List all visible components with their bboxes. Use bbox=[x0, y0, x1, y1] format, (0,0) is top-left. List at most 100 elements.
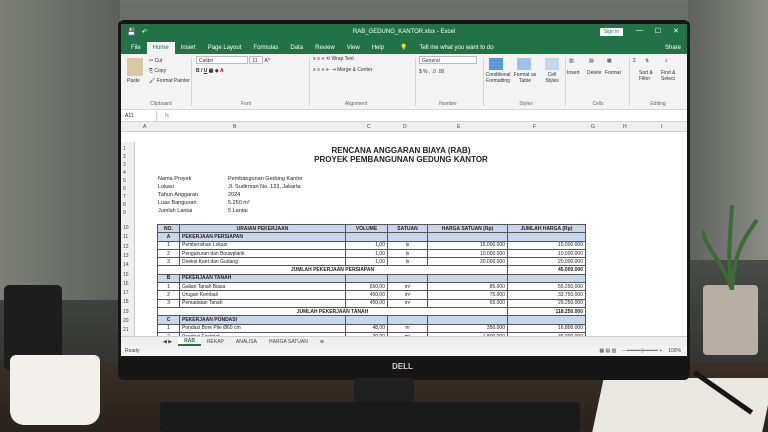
cell-satuan[interactable]: m³ bbox=[387, 282, 428, 292]
cell-volume[interactable]: 450,00 bbox=[345, 290, 388, 300]
cell-volume[interactable] bbox=[345, 232, 388, 242]
row-header[interactable]: 3 bbox=[123, 162, 126, 168]
cell-desc[interactable]: Pembersihan Lokasi bbox=[179, 240, 346, 250]
sum-icon[interactable]: Σ bbox=[633, 58, 636, 64]
cell-satuan[interactable]: ls bbox=[387, 240, 428, 250]
merge-center-button[interactable]: Merge & Center bbox=[337, 67, 372, 73]
format-painter-button[interactable]: 🖌 Format Painter bbox=[149, 78, 190, 84]
copy-button[interactable]: ⎘ Copy bbox=[149, 68, 166, 74]
cell-harga[interactable] bbox=[427, 315, 508, 325]
add-sheet-icon[interactable]: ⊕ bbox=[314, 339, 330, 345]
row-header[interactable]: 6 bbox=[123, 186, 126, 192]
sort-filter-button[interactable]: Sort & Filter bbox=[639, 70, 659, 82]
tell-me-box[interactable]: Tell me what you want to do bbox=[414, 45, 500, 54]
name-box[interactable]: A11 bbox=[121, 110, 157, 121]
number-format-select[interactable]: General bbox=[419, 56, 477, 64]
cell-volume[interactable] bbox=[345, 315, 388, 325]
row-header[interactable]: 8 bbox=[123, 202, 126, 208]
table-row[interactable]: 2 Urugan Kembali 450,00 m³ 75.000 33.750.000 bbox=[157, 290, 586, 300]
column-header[interactable]: H bbox=[623, 124, 627, 130]
formula-input[interactable] bbox=[177, 111, 687, 121]
cell-desc[interactable]: Urugan Kembali bbox=[179, 290, 346, 300]
subtotal-row[interactable]: JUMLAH PEKERJAAN PERSIAPAN 45.000.000 bbox=[157, 265, 586, 275]
cell-harga[interactable]: 75.000 bbox=[427, 290, 508, 300]
align-bottom-buttons[interactable]: ≡ ≡ ≡ ⇤ ⇥ Merge & Center bbox=[313, 67, 413, 73]
cell-styles-icon[interactable] bbox=[545, 58, 559, 70]
menu-formulas[interactable]: Formulas bbox=[247, 45, 284, 54]
close-icon[interactable]: ✕ bbox=[673, 27, 679, 35]
zoom-slider[interactable]: – ━━━━━|━━━━━ + bbox=[622, 348, 662, 354]
minimize-icon[interactable]: — bbox=[636, 27, 643, 34]
cell-jumlah[interactable] bbox=[507, 232, 586, 242]
cell-volume[interactable]: 1,00 bbox=[345, 257, 388, 267]
header-volume[interactable]: VOLUME bbox=[345, 223, 388, 234]
save-icon[interactable]: 💾 bbox=[127, 28, 136, 36]
cell-jumlah[interactable]: 15.000.000 bbox=[507, 240, 586, 250]
table-row[interactable]: 3 Direksi Keet dan Gudang 1,00 ls 20.000.000… bbox=[157, 257, 586, 267]
row-header[interactable]: 10 bbox=[123, 225, 129, 231]
cell-subtotal-label[interactable]: JUMLAH PEKERJAAN TANAH bbox=[157, 306, 508, 317]
table-row[interactable]: 1 Pembersihan Lokasi 1,00 ls 15.000.000 15.00… bbox=[157, 240, 586, 250]
tab-rab[interactable]: RAB bbox=[178, 337, 201, 346]
format-table-icon[interactable] bbox=[517, 58, 531, 70]
cell-harga[interactable]: 20.000.000 bbox=[427, 257, 508, 267]
tab-harga-satuan[interactable]: HARGA SATUAN bbox=[263, 339, 314, 345]
insert-button[interactable]: Insert bbox=[567, 70, 580, 76]
column-header[interactable]: F bbox=[533, 124, 536, 130]
row-header[interactable]: 11 bbox=[123, 234, 128, 240]
cell-satuan[interactable] bbox=[387, 315, 428, 325]
menu-data[interactable]: Data bbox=[284, 45, 309, 54]
cell-desc[interactable]: PEKERJAAN TANAH bbox=[179, 273, 346, 284]
header-harga-satuan[interactable]: HARGA SATUAN (Rp) bbox=[427, 223, 508, 234]
cell-jumlah[interactable]: 33.750.000 bbox=[507, 290, 586, 300]
header-satuan[interactable]: SATUAN bbox=[387, 223, 428, 234]
column-header[interactable]: C bbox=[367, 124, 371, 130]
number-buttons[interactable]: $ % , .0 .00 bbox=[419, 69, 481, 75]
cell-satuan[interactable] bbox=[387, 232, 428, 242]
cell-desc[interactable]: Pengukuran dan Bouwplank bbox=[179, 248, 346, 259]
row-header[interactable]: 18 bbox=[123, 299, 129, 305]
cell-volume[interactable]: 1,00 bbox=[345, 248, 388, 259]
cell-desc[interactable]: Direksi Keet dan Gudang bbox=[179, 257, 346, 267]
cell-no[interactable]: 3 bbox=[157, 257, 180, 267]
row-header[interactable]: 2 bbox=[123, 154, 126, 160]
section-row[interactable]: B PEKERJAAN TANAH bbox=[157, 273, 586, 284]
cell-no[interactable]: C bbox=[157, 315, 180, 325]
row-header[interactable]: 13 bbox=[123, 253, 129, 259]
column-header[interactable]: E bbox=[457, 124, 460, 130]
row-header[interactable]: 1 bbox=[123, 146, 126, 152]
tab-analisa[interactable]: ANALISA bbox=[230, 339, 263, 345]
cell-satuan[interactable]: m bbox=[387, 323, 428, 333]
section-row[interactable]: C PEKERJAAN PONDASI bbox=[157, 315, 586, 325]
cell-jumlah[interactable]: 16.800.000 bbox=[507, 323, 586, 333]
paste-icon[interactable] bbox=[127, 58, 143, 76]
cell-no[interactable]: 1 bbox=[157, 240, 180, 250]
cell-jumlah[interactable]: 29.250.000 bbox=[507, 298, 586, 308]
grow-font-icon[interactable]: A^ bbox=[265, 58, 271, 64]
row-header[interactable]: 5 bbox=[123, 178, 126, 184]
menu-help[interactable]: Help bbox=[366, 45, 390, 54]
cell-no[interactable]: B bbox=[157, 273, 180, 284]
cell-satuan[interactable]: ls bbox=[387, 248, 428, 259]
sign-in-button[interactable]: Sign in bbox=[599, 28, 623, 36]
cell-harga[interactable]: 10.000.000 bbox=[427, 248, 508, 259]
header-jumlah-harga[interactable]: JUMLAH HARGA (Rp) bbox=[507, 223, 586, 234]
view-buttons[interactable]: ▦ ▤ ▥ bbox=[599, 348, 616, 354]
cell-no[interactable]: 2 bbox=[157, 248, 180, 259]
tab-nav-icon[interactable]: ◀ ▶ bbox=[157, 339, 178, 345]
cell-volume[interactable]: 450,00 bbox=[345, 298, 388, 308]
find-select-icon[interactable]: ⌕ bbox=[665, 58, 668, 64]
cell-volume[interactable]: 48,00 bbox=[345, 323, 388, 333]
table-row[interactable]: 3 Pemadatan Tanah 450,00 m² 65.000 29.250.000 bbox=[157, 298, 586, 308]
row-header[interactable]: 14 bbox=[123, 262, 129, 268]
row-header[interactable]: 19 bbox=[123, 309, 129, 315]
format-icon[interactable]: ▦ bbox=[607, 58, 612, 64]
header-uraian[interactable]: URAIAN PEKERJAAN bbox=[179, 223, 346, 234]
column-header[interactable]: G bbox=[591, 124, 595, 130]
cell-harga[interactable] bbox=[427, 232, 508, 242]
conditional-formatting-icon[interactable] bbox=[489, 58, 503, 70]
cell-harga[interactable] bbox=[427, 273, 508, 284]
sort-filter-icon[interactable]: ⇅ bbox=[645, 58, 649, 64]
cell-volume[interactable] bbox=[345, 273, 388, 284]
row-header[interactable]: 15 bbox=[123, 272, 129, 278]
